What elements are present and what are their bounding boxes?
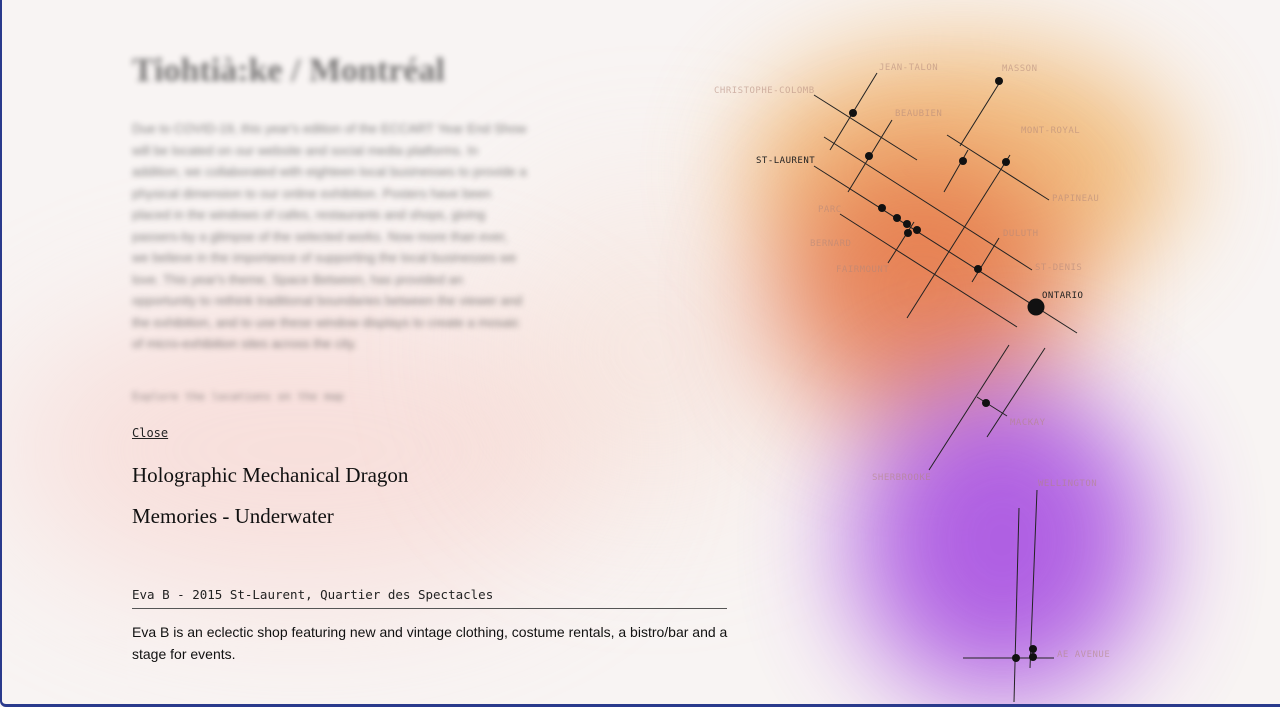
location-marker[interactable] (1029, 653, 1037, 661)
street-label: DULUTH (1003, 229, 1039, 239)
street-lines (813, 72, 1078, 703)
close-link[interactable]: Close (132, 426, 168, 440)
intro-text: Due to COVID-19, this year's edition of … (132, 121, 527, 351)
location-marker[interactable] (865, 152, 873, 160)
street-line (813, 94, 918, 161)
street-label: MONT-ROYAL (1021, 126, 1080, 136)
venue-heading: Eva B - 2015 St-Laurent, Quartier des Sp… (132, 587, 727, 609)
location-marker[interactable] (904, 229, 912, 237)
location-marker[interactable] (974, 265, 982, 273)
location-marker[interactable] (878, 204, 886, 212)
location-marker-selected[interactable] (1027, 298, 1045, 316)
artwork-title[interactable]: Holographic Mechanical Dragon (132, 463, 408, 488)
street-label: FAIRMOUNT (836, 265, 889, 275)
street-line (823, 136, 1033, 271)
location-marker[interactable] (1029, 645, 1037, 653)
street-label: CHRISTOPHE-COLOMB (714, 86, 815, 96)
street-label: BERNARD (810, 239, 851, 249)
street-line (906, 154, 1011, 319)
street-label: AE AVENUE (1057, 650, 1110, 660)
street-label: ST-LAURENT (756, 156, 815, 166)
street-label: BEAUBIEN (895, 109, 942, 119)
street-label: PAPINEAU (1052, 194, 1099, 204)
street-line (887, 221, 915, 264)
street-label: JEAN-TALON (879, 63, 938, 73)
location-marker[interactable] (1002, 158, 1010, 166)
page-title: Tiohtià:ke / Montréal (132, 52, 445, 89)
street-line (976, 396, 1008, 417)
location-marker[interactable] (1012, 654, 1020, 662)
street-label: ONTARIO (1042, 291, 1083, 301)
street-line (946, 134, 1050, 201)
street-label: MASSON (1002, 64, 1038, 74)
street-label: SHERBROOKE (872, 473, 931, 483)
street-line (928, 344, 1010, 471)
location-marker[interactable] (849, 109, 857, 117)
location-marker[interactable] (982, 399, 990, 407)
artwork-title[interactable]: Memories - Underwater (132, 504, 334, 529)
location-marker[interactable] (959, 157, 967, 165)
street-line (1029, 489, 1038, 669)
location-marker[interactable] (995, 77, 1003, 85)
street-label: MACKAY (1010, 418, 1046, 428)
street-line (943, 149, 969, 193)
location-markers[interactable] (849, 77, 1045, 662)
location-marker[interactable] (893, 214, 901, 222)
explore-hint: Explore the locations on the map (132, 390, 344, 403)
location-marker[interactable] (903, 220, 911, 228)
venue-description: Eva B is an eclectic shop featuring new … (132, 624, 728, 662)
street-labels: JEAN-TALON MASSON CHRISTOPHE-COLOMB BEAU… (714, 63, 1110, 660)
street-line (959, 81, 1001, 147)
app-frame: JEAN-TALON MASSON CHRISTOPHE-COLOMB BEAU… (0, 0, 1280, 707)
location-marker[interactable] (913, 226, 921, 234)
street-label: ST-DENIS (1035, 263, 1082, 273)
street-line (1013, 507, 1020, 703)
street-label: WELLINGTON (1038, 479, 1097, 489)
street-label: PARC (818, 205, 842, 215)
